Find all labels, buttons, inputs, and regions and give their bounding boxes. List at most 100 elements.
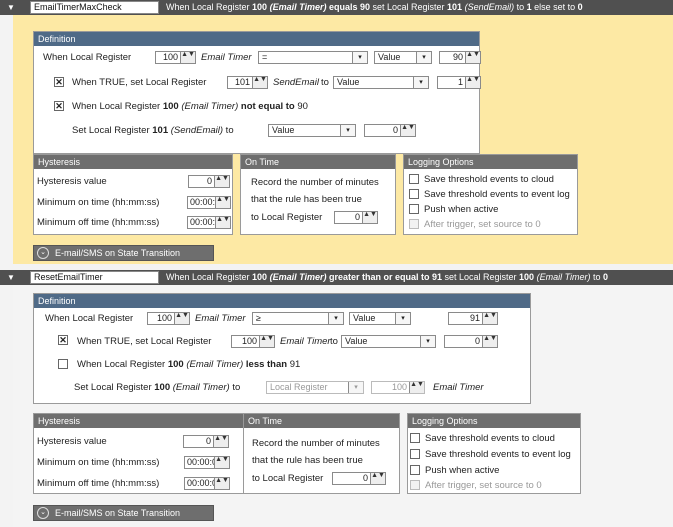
spinner-icon[interactable]: ▲▼ [252,76,267,88]
true-value-type-select[interactable]: Value ▾ [333,76,429,89]
email-sms-transition-button[interactable]: ⌄ E-mail/SMS on State Transition [33,245,214,261]
rule-body-1: Definition When Local Register 100 ▲▼ Ema… [13,15,673,264]
spinner-icon[interactable]: ▲▼ [482,312,497,324]
collapse-icon[interactable]: ▼ [7,273,15,282]
on-time-panel: On Time Record the number of minutes tha… [240,154,396,235]
spinner-icon[interactable]: ▲▼ [215,216,230,228]
chevron-down-icon: ▾ [348,382,363,393]
save-cloud-checkbox[interactable] [409,174,419,184]
on-time-line2: that the rule has been true [252,455,363,466]
true-value-input[interactable]: 1 ▲▼ [437,76,481,89]
when-false-checkbox[interactable]: ✕ [54,101,64,111]
min-off-label: Minimum off time (hh:mm:ss) [37,478,160,489]
on-time-title: On Time [244,414,399,428]
hysteresis-panel: Hysteresis Hysteresis value 0 ▲▼ Minimum … [33,154,233,235]
min-on-input[interactable]: 00:00:00 ▲▼ [187,196,231,209]
rule-name-field[interactable]: ResetEmailTimer [30,271,159,284]
when-label: When Local Register [45,313,134,324]
true-value-type-select[interactable]: Value ▾ [341,335,436,348]
chevron-down-icon: ⌄ [37,507,49,519]
rule-header-2[interactable]: ▼ ResetEmailTimer When Local Register 10… [0,270,673,285]
definition-title: Definition [34,32,479,46]
when-false-checkbox[interactable] [58,359,68,369]
after-trigger-label: After trigger, set source to 0 [424,219,541,230]
register-name: Email Timer [195,313,246,324]
push-active-label: Push when active [425,465,500,476]
logging-title: Logging Options [408,414,580,428]
when-true-checkbox[interactable]: ✕ [58,335,68,345]
spinner-icon[interactable]: ▲▼ [180,51,195,63]
email-sms-transition-button[interactable]: ⌄ E-mail/SMS on State Transition [33,505,214,521]
spinner-icon[interactable]: ▲▼ [465,51,480,63]
spinner-icon[interactable]: ▲▼ [465,76,480,88]
spinner-icon[interactable]: ▲▼ [215,196,230,208]
push-active-label: Push when active [424,204,499,215]
after-trigger-label: After trigger, set source to 0 [425,480,542,491]
save-log-label: Save threshold events to event log [425,449,571,460]
chevron-down-icon: ▾ [340,125,355,136]
spinner-icon[interactable]: ▲▼ [174,312,189,324]
true-value-input[interactable]: 0 ▲▼ [444,335,498,348]
chevron-down-icon: ▾ [416,52,431,63]
on-time-title: On Time [241,155,395,169]
else-label: Set Local Register 100 (Email Timer) to [74,382,241,393]
on-time-register-input[interactable]: 0 ▲▼ [332,472,386,485]
true-register-name: Email Timer [280,336,331,347]
rule-body-2: Definition When Local Register 100 ▲▼ Ema… [13,285,673,527]
else-value-type-select[interactable]: Value ▾ [268,124,356,137]
min-on-input[interactable]: 00:00:00 ▲▼ [184,456,230,469]
else-label: Set Local Register 101 (SendEmail) to [72,125,234,136]
register-input[interactable]: 100 ▲▼ [155,51,196,64]
hysteresis-value-input[interactable]: 0 ▲▼ [188,175,230,188]
true-register-name: SendEmail [273,77,319,88]
save-log-checkbox[interactable] [410,449,420,459]
spinner-icon[interactable]: ▲▼ [370,472,385,484]
spinner-icon[interactable]: ▲▼ [400,124,415,136]
true-register-input[interactable]: 100 ▲▼ [231,335,275,348]
logging-title: Logging Options [404,155,577,169]
else-value-name: Email Timer [433,382,484,393]
true-register-input[interactable]: 101 ▲▼ [227,76,268,89]
register-input[interactable]: 100 ▲▼ [147,312,190,325]
value-type-select[interactable]: Value ▾ [349,312,411,325]
spinner-icon[interactable]: ▲▼ [482,335,497,347]
save-log-label: Save threshold events to event log [424,189,570,200]
threshold-input[interactable]: 90 ▲▼ [439,51,481,64]
rule-summary: When Local Register 100 (Email Timer) gr… [166,272,609,282]
threshold-input[interactable]: 91 ▲▼ [448,312,498,325]
when-false-label: When Local Register 100 (Email Timer) le… [77,359,301,370]
hysteresis-value-input[interactable]: 0 ▲▼ [183,435,229,448]
collapse-icon[interactable]: ▼ [7,3,15,12]
save-cloud-checkbox[interactable] [410,433,420,443]
spinner-icon[interactable]: ▲▼ [214,175,229,187]
on-time-line1: Record the number of minutes [252,438,380,449]
spinner-icon[interactable]: ▲▼ [214,477,229,489]
rule-header-1[interactable]: ▼ EmailTimerMaxCheck When Local Register… [0,0,673,15]
rule-name-field[interactable]: EmailTimerMaxCheck [30,1,159,14]
save-log-checkbox[interactable] [409,189,419,199]
spinner-icon[interactable]: ▲▼ [213,435,228,447]
min-off-label: Minimum off time (hh:mm:ss) [37,217,160,228]
definition-title: Definition [34,294,530,308]
min-off-input[interactable]: 00:00:00 ▲▼ [187,216,231,229]
operator-select[interactable]: ≥ ▾ [252,312,344,325]
when-true-checkbox[interactable]: ✕ [54,77,64,87]
push-active-checkbox[interactable] [409,204,419,214]
operator-select[interactable]: = ▾ [258,51,368,64]
on-time-register-input[interactable]: 0 ▲▼ [334,211,378,224]
else-value-input: 100 ▲▼ [371,381,425,394]
spinner-icon[interactable]: ▲▼ [259,335,274,347]
logging-panel: Logging Options Save threshold events to… [407,413,581,494]
min-off-input[interactable]: 00:00:00 ▲▼ [184,477,230,490]
on-time-line3: to Local Register [252,473,324,484]
else-value-input[interactable]: 0 ▲▼ [364,124,416,137]
after-trigger-checkbox [409,219,419,229]
when-false-label: When Local Register 100 (Email Timer) no… [72,101,308,112]
value-type-select[interactable]: Value ▾ [374,51,432,64]
spinner-icon[interactable]: ▲▼ [362,211,377,223]
spinner-icon[interactable]: ▲▼ [214,456,229,468]
rule-summary: When Local Register 100 (Email Timer) eq… [166,2,583,12]
on-time-line3: to Local Register [251,212,323,223]
push-active-checkbox[interactable] [410,465,420,475]
when-true-label: When TRUE, set Local Register [77,336,212,347]
